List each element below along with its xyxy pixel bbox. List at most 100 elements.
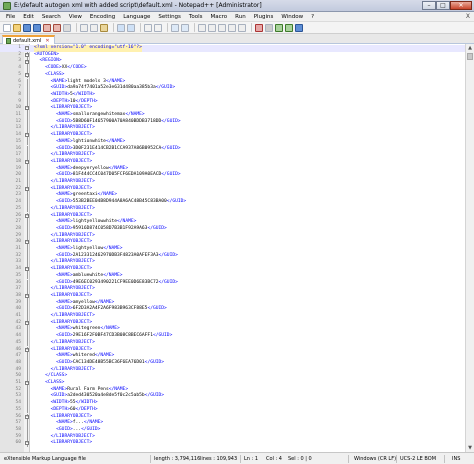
open-file-icon[interactable] — [13, 23, 21, 32]
fold-collapse-icon[interactable]: − — [25, 133, 29, 138]
fold-collapse-icon[interactable]: − — [25, 347, 29, 352]
code-line[interactable]: 60− <LIBRARYOBJECT> — [0, 440, 465, 447]
save-macro-icon[interactable] — [295, 23, 303, 32]
close-document-x[interactable]: X — [466, 13, 470, 20]
code-line[interactable]: 37 </LIBRARYOBJECT> — [0, 286, 465, 293]
close-button[interactable]: ✕ — [450, 1, 472, 10]
menu-plugins[interactable]: Plugins — [254, 14, 274, 20]
code-line[interactable]: 50 </CLASS> — [0, 373, 465, 380]
code-line[interactable]: 28 <GUID>95916D874C058D7B3B1F92A9A63</GU… — [0, 225, 465, 233]
vertical-scrollbar[interactable]: ▲ ▼ — [465, 44, 474, 452]
code-line[interactable]: 58 <GUID>...</GUID> — [0, 426, 465, 434]
paste-icon[interactable] — [100, 23, 108, 32]
replace-icon[interactable] — [154, 23, 162, 32]
close-file-icon[interactable] — [43, 23, 51, 32]
menu-language[interactable]: Language — [123, 14, 150, 20]
fold-collapse-icon[interactable]: − — [25, 59, 29, 64]
stop-macro-icon[interactable] — [265, 23, 273, 32]
code-line[interactable]: 4 <CODE>XX</CODE> — [0, 65, 465, 72]
code-line[interactable]: 57 <NAME>f...</NAME> — [0, 420, 465, 427]
scroll-down-arrow-icon[interactable]: ▼ — [466, 444, 474, 452]
menu-window[interactable]: Window — [281, 14, 303, 20]
code-line[interactable]: 38− <LIBRARYOBJECT> — [0, 292, 465, 300]
show-all-chars-icon[interactable] — [228, 23, 236, 32]
code-line[interactable]: 54 <WIDTH>55</WIDTH> — [0, 400, 465, 407]
menu-macro[interactable]: Macro — [210, 14, 227, 20]
code-line[interactable]: 21 </LIBRARYOBJECT> — [0, 179, 465, 186]
fold-collapse-icon[interactable]: − — [25, 294, 29, 299]
record-macro-icon[interactable] — [255, 23, 263, 32]
fold-collapse-icon[interactable]: − — [25, 72, 29, 77]
code-line[interactable]: 47 <NAME>whitered</NAME> — [0, 353, 465, 360]
zoom-out-icon[interactable] — [181, 23, 189, 32]
fold-collapse-icon[interactable]: − — [25, 414, 29, 419]
fold-collapse-icon[interactable]: − — [25, 441, 29, 446]
code-line[interactable]: 10− <LIBRARYOBJECT> — [0, 105, 465, 112]
print-icon[interactable] — [63, 23, 71, 32]
code-line[interactable]: 24 <GUID>553B2BEE04B8D944A8A6AC48B45C83B… — [0, 199, 465, 206]
code-line[interactable]: 2− <AUTOGEN> — [0, 51, 465, 59]
fold-collapse-icon[interactable]: − — [25, 213, 29, 218]
new-file-icon[interactable] — [3, 23, 11, 32]
sync-horizontal-icon[interactable] — [208, 23, 216, 32]
code-line[interactable]: 14− <LIBRARYOBJECT> — [0, 132, 465, 139]
fold-collapse-icon[interactable]: − — [25, 160, 29, 165]
menu-run[interactable]: Run — [235, 14, 246, 20]
code-line[interactable]: 31 <NAME>lightyellow</NAME> — [0, 246, 465, 253]
fold-collapse-icon[interactable]: − — [25, 240, 29, 245]
indent-guide-icon[interactable] — [238, 23, 246, 32]
cut-icon[interactable] — [80, 23, 88, 32]
fold-collapse-icon[interactable]: − — [25, 52, 29, 57]
code-line[interactable]: 18− <LIBRARYOBJECT> — [0, 158, 465, 166]
code-line[interactable]: 35 <NAME>ambluewhite</NAME> — [0, 272, 465, 280]
code-line[interactable]: 40 <GUID>6F2D3A2A4F2A6F983B963CF88E5</GU… — [0, 306, 465, 313]
copy-icon[interactable] — [90, 23, 98, 32]
code-line[interactable]: 27 <NAME>lightyellowwhite</NAME> — [0, 219, 465, 226]
undo-icon[interactable] — [117, 23, 125, 32]
code-line[interactable]: 11 <NAME>smallorangewhitemax</NAME> — [0, 112, 465, 119]
menu-view[interactable]: View — [69, 14, 82, 20]
code-line[interactable]: 20 <GUID>81F444CC4C047D05FCF6EDA109A0EAC… — [0, 172, 465, 179]
fold-collapse-icon[interactable]: − — [25, 381, 29, 386]
sync-vertical-icon[interactable] — [198, 23, 206, 32]
menu-settings[interactable]: Settings — [158, 14, 181, 20]
menu-help[interactable]: ? — [311, 14, 314, 20]
code-line[interactable]: 30− <LIBRARYOBJECT> — [0, 239, 465, 246]
fold-collapse-icon[interactable]: − — [25, 46, 29, 51]
word-wrap-icon[interactable] — [218, 23, 226, 32]
tab-default-xml[interactable]: default.xml ✕ — [2, 35, 55, 44]
code-line[interactable]: 48 <GUID>CAC134DE48B55BC36F6EA76D01</GUI… — [0, 359, 465, 367]
menu-edit[interactable]: Edit — [23, 14, 34, 20]
play-macro-icon[interactable] — [275, 23, 283, 32]
code-line[interactable]: 17 </LIBRARYOBJECT> — [0, 152, 465, 159]
code-line[interactable]: 51− <CLASS> — [0, 380, 465, 387]
code-line[interactable]: 49 </LIBRARYOBJECT> — [0, 366, 465, 374]
code-line[interactable]: 34− <LIBRARYOBJECT> — [0, 266, 465, 273]
tab-close-icon[interactable]: ✕ — [45, 38, 49, 44]
code-line[interactable]: 8 <WIDTH>5</WIDTH> — [0, 91, 465, 99]
code-line[interactable]: 7 <GUID>da9a74f7401a52e3e631d480aa385b3a… — [0, 85, 465, 92]
run-macro-multiple-icon[interactable] — [285, 23, 293, 32]
code-line[interactable]: 5− <CLASS> — [0, 71, 465, 79]
fold-collapse-icon[interactable]: − — [25, 320, 29, 325]
code-line[interactable]: 25 </LIBRARYOBJECT> — [0, 205, 465, 213]
zoom-in-icon[interactable] — [171, 23, 179, 32]
scrollbar-thumb[interactable] — [467, 53, 473, 60]
editor-area[interactable]: 1− <?xml version="1.0" encoding="utf-16"?… — [0, 44, 474, 452]
code-line[interactable]: 41 </LIBRARYOBJECT> — [0, 313, 465, 320]
menu-encoding[interactable]: Encoding — [90, 14, 115, 20]
code-line[interactable]: 1− <?xml version="1.0" encoding="utf-16"?… — [0, 45, 465, 52]
fold-collapse-icon[interactable]: − — [25, 267, 29, 272]
code-line[interactable]: 55 <DEPTH>60</DEPTH> — [0, 406, 465, 414]
menu-file[interactable]: File — [6, 14, 15, 20]
minimize-button[interactable]: – — [422, 1, 436, 10]
scroll-up-arrow-icon[interactable]: ▲ — [466, 44, 474, 52]
menu-search[interactable]: Search — [42, 14, 61, 20]
fold-collapse-icon[interactable]: − — [25, 106, 29, 111]
save-all-icon[interactable] — [33, 23, 41, 32]
code-line[interactable]: 15 <NAME>lghtionwhite</NAME> — [0, 138, 465, 146]
code-line[interactable]: 44 <GUID>29E16F2F0BF47CD3B08C8BEC6AFF1</… — [0, 333, 465, 340]
code-line[interactable]: 45 </LIBRARYOBJECT> — [0, 339, 465, 347]
find-icon[interactable] — [144, 23, 152, 32]
menu-tools[interactable]: Tools — [189, 14, 203, 20]
